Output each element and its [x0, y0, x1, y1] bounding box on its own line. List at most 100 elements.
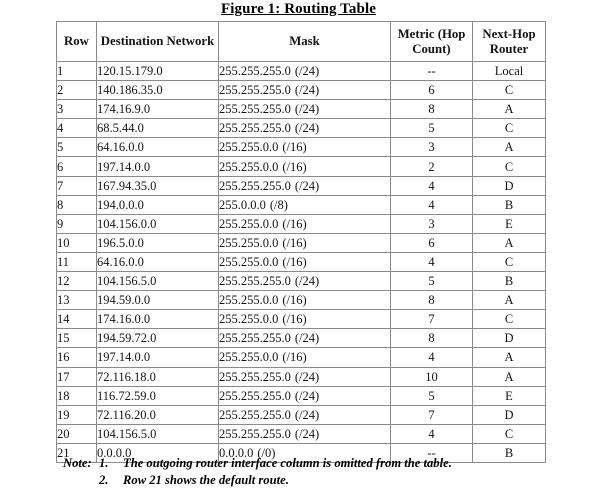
table-row: 2 140.186.35.0 255.255.255.0 (/24) 6 C: [56, 80, 546, 101]
cell-destination: 104.156.0.0: [96, 213, 219, 234]
column-header-destination: Destination Network: [96, 21, 219, 62]
cell-metric: --: [390, 60, 473, 82]
cell-mask: 255.255.255.0 (/24): [218, 118, 391, 139]
column-header-row: Row: [56, 21, 97, 62]
mask-value: 255.255.0.0: [219, 293, 279, 308]
cell-mask: 255.255.255.0 (/24): [218, 366, 391, 387]
cell-metric: 2: [390, 156, 473, 177]
cell-destination: 64.16.0.0: [96, 251, 219, 273]
routing-table: Row Destination Network Mask Metric (Hop…: [56, 21, 546, 463]
cell-next-hop: C: [472, 251, 546, 273]
cell-metric: 3: [390, 213, 473, 234]
mask-prefix-length: (/16): [282, 293, 307, 308]
cell-row-number: 18: [56, 385, 97, 406]
cell-destination: 197.14.0.0: [96, 347, 219, 368]
cell-mask: 255.255.0.0 (/16): [218, 156, 391, 177]
cell-next-hop: D: [472, 404, 546, 425]
cell-next-hop: C: [472, 423, 546, 444]
cell-metric: 4: [390, 175, 473, 196]
mask-prefix-length: (/24): [294, 102, 320, 117]
cell-next-hop: C: [472, 156, 546, 177]
cell-mask: 255.255.255.0 (/24): [218, 175, 391, 196]
cell-mask: 255.255.0.0 (/16): [218, 137, 391, 158]
table-row: 4 68.5.44.0 255.255.255.0 (/24) 5 C: [56, 118, 546, 139]
table-row: 19 72.116.20.0 255.255.255.0 (/24) 7 D: [56, 404, 546, 425]
cell-mask: 255.255.255.0 (/24): [218, 423, 391, 444]
mask-value: 255.255.255.0: [219, 102, 291, 117]
cell-mask: 255.255.0.0 (/16): [218, 232, 391, 253]
table-row: 6 197.14.0.0 255.255.0.0 (/16) 2 C: [56, 156, 546, 177]
note-text: The outgoing router interface column is …: [123, 456, 452, 470]
table-row: 5 64.16.0.0 255.255.0.0 (/16) 3 A: [56, 137, 546, 158]
cell-next-hop: C: [472, 309, 546, 330]
column-header-next-hop: Next-Hop Router: [472, 21, 546, 62]
cell-next-hop: A: [472, 347, 546, 368]
cell-next-hop: A: [472, 137, 546, 158]
cell-metric: 4: [390, 347, 473, 368]
cell-metric: 5: [390, 271, 473, 292]
cell-mask: 255.255.0.0 (/16): [218, 251, 391, 273]
cell-mask: 255.255.0.0 (/16): [218, 290, 391, 311]
mask-value: 255.255.0.0: [219, 350, 279, 365]
table-row: 15 194.59.72.0 255.255.255.0 (/24) 8 D: [56, 328, 546, 349]
mask-prefix-length: (/16): [282, 350, 307, 365]
cell-next-hop: A: [472, 232, 546, 253]
column-header-mask: Mask: [218, 21, 391, 62]
cell-row-number: 5: [56, 137, 97, 158]
note-item: Note: 1. The outgoing router interface c…: [63, 455, 583, 472]
table-row: 3 174.16.9.0 255.255.255.0 (/24) 8 A: [56, 99, 546, 120]
table-row: 8 194.0.0.0 255.0.0.0 (/8) 4 B: [56, 194, 546, 215]
cell-next-hop: E: [472, 385, 546, 406]
mask-value: 255.255.0.0: [219, 254, 279, 269]
cell-metric: 8: [390, 328, 473, 349]
table-row: 18 116.72.59.0 255.255.255.0 (/24) 5 E: [56, 385, 546, 406]
table-body: 1 120.15.179.0 255.255.255.0 (/24) -- Local 2 1…: [56, 60, 546, 463]
figure-title-text: Figure 1: Routing Table: [221, 1, 376, 17]
cell-mask: 255.255.255.0 (/24): [218, 99, 391, 120]
table-row: 7 167.94.35.0 255.255.255.0 (/24) 4 D: [56, 175, 546, 196]
cell-row-number: 2: [56, 80, 97, 101]
cell-row-number: 10: [56, 232, 97, 253]
mask-value: 255.255.255.0: [219, 407, 291, 422]
cell-mask: 255.255.0.0 (/16): [218, 213, 391, 234]
cell-metric: 10: [390, 366, 473, 387]
cell-destination: 194.59.72.0: [96, 328, 219, 349]
table-row: 11 64.16.0.0 255.255.0.0 (/16) 4 C: [56, 251, 546, 273]
cell-row-number: 17: [56, 366, 97, 387]
cell-metric: 4: [390, 194, 473, 215]
cell-next-hop: A: [472, 290, 546, 311]
note-number: 2.: [99, 472, 109, 487]
cell-next-hop: A: [472, 99, 546, 120]
cell-row-number: 6: [56, 156, 97, 177]
cell-metric: 7: [390, 404, 473, 425]
cell-row-number: 8: [56, 194, 97, 215]
mask-value: 255.255.255.0: [219, 369, 291, 384]
cell-destination: 116.72.59.0: [96, 385, 219, 406]
cell-row-number: 11: [56, 251, 97, 273]
note-item: 2. Row 21 shows the default route.: [63, 472, 583, 489]
cell-row-number: 16: [56, 347, 97, 368]
mask-prefix-length: (/24): [294, 64, 320, 79]
mask-prefix-length: (/16): [282, 216, 307, 231]
mask-prefix-length: (/16): [282, 254, 307, 269]
table-row: 10 196.5.0.0 255.255.0.0 (/16) 6 A: [56, 232, 546, 253]
mask-value: 255.255.255.0: [219, 331, 291, 346]
mask-value: 255.255.0.0: [219, 235, 279, 250]
cell-next-hop: C: [472, 118, 546, 139]
cell-next-hop: B: [472, 271, 546, 292]
mask-value: 255.255.0.0: [219, 140, 279, 155]
mask-value: 255.255.255.0: [219, 64, 291, 79]
cell-destination: 140.186.35.0: [96, 80, 219, 101]
table-header-row: Row Destination Network Mask Metric (Hop…: [56, 21, 546, 62]
table-header: Row Destination Network Mask Metric (Hop…: [56, 21, 546, 62]
cell-destination: 120.15.179.0: [96, 60, 219, 82]
cell-mask: 255.255.255.0 (/24): [218, 271, 391, 292]
cell-next-hop: D: [472, 175, 546, 196]
cell-destination: 68.5.44.0: [96, 118, 219, 139]
mask-value: 255.255.0.0: [219, 312, 279, 327]
notes-label: Note:: [63, 456, 92, 470]
cell-metric: 8: [390, 290, 473, 311]
cell-next-hop: E: [472, 213, 546, 234]
cell-destination: 72.116.18.0: [96, 366, 219, 387]
cell-row-number: 12: [56, 271, 97, 292]
